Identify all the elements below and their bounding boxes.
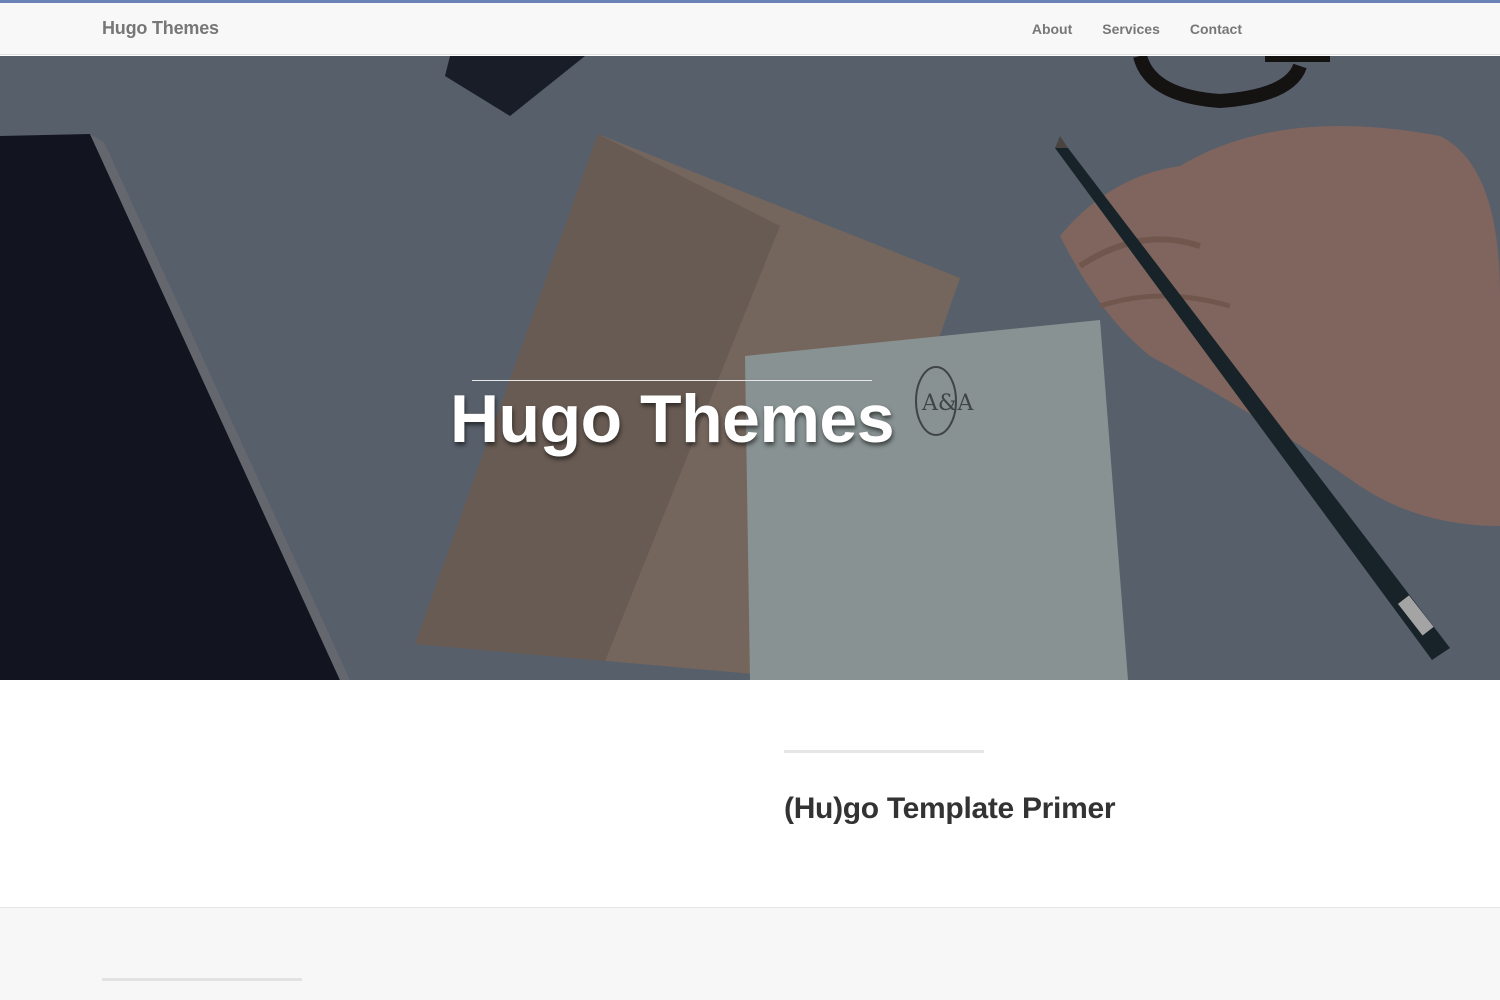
- hero-background-image: A&A: [0, 56, 1500, 680]
- hero-title: Hugo Themes: [449, 380, 895, 457]
- nav-links: About Services Contact: [1032, 21, 1242, 37]
- hero-header: A&A Hugo Themes: [0, 56, 1500, 680]
- nav-link-about[interactable]: About: [1032, 21, 1072, 37]
- nav-link-contact[interactable]: Contact: [1190, 21, 1242, 37]
- nav-link-services[interactable]: Services: [1102, 21, 1160, 37]
- post-title-link[interactable]: (Hu)go Template Primer: [784, 792, 1116, 826]
- secondary-section: [0, 907, 1500, 1000]
- hero-divider: [472, 380, 872, 381]
- main-content: (Hu)go Template Primer: [0, 680, 1500, 907]
- navbar: Hugo Themes About Services Contact: [0, 3, 1500, 55]
- post-divider: [784, 750, 984, 753]
- brand-link[interactable]: Hugo Themes: [102, 18, 219, 39]
- section-divider: [102, 978, 302, 981]
